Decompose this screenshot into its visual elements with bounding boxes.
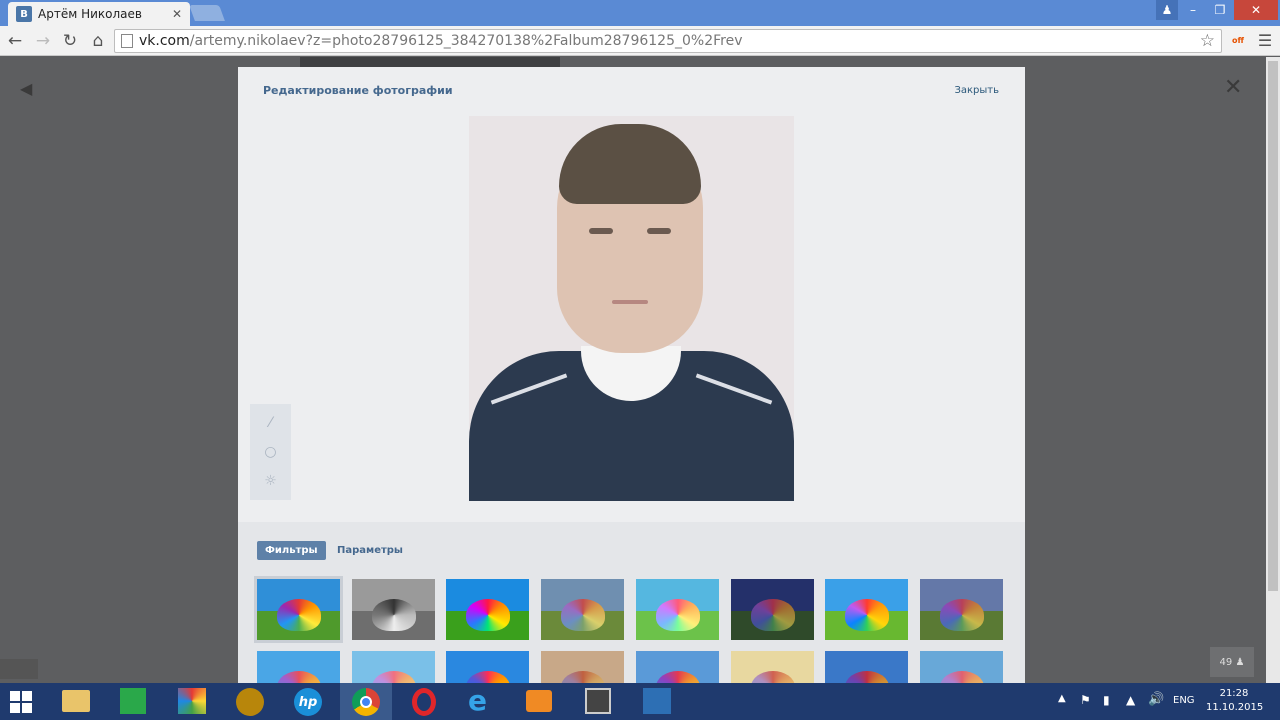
flag-icon[interactable]: ⚑: [1080, 693, 1091, 707]
extension-badge: off: [1232, 35, 1244, 45]
filter-thumbnail[interactable]: [635, 579, 719, 640]
background-page-strip: [300, 57, 560, 67]
filter-thumbnail[interactable]: [825, 579, 909, 640]
filter-thumbnail[interactable]: [541, 579, 625, 640]
editor-tools-panel: ⁄ ○ ☼: [250, 404, 291, 500]
reload-icon[interactable]: ↻: [59, 30, 81, 52]
brightness-icon[interactable]: ☼: [250, 466, 291, 495]
page-icon: [121, 34, 133, 48]
editor-close-link[interactable]: Закрыть: [954, 85, 999, 96]
page-viewport: ◀ ✕ 49 ♟ Редактирование фотографии Закры…: [0, 57, 1266, 683]
photo-mouth: [612, 300, 648, 304]
address-url[interactable]: vk.com/artemy.nikolaev?z=photo28796125_3…: [139, 33, 743, 49]
page-scrollbar[interactable]: [1266, 57, 1280, 683]
minimize-button[interactable]: –: [1180, 0, 1206, 20]
tab-parameters[interactable]: Параметры: [329, 541, 411, 560]
filter-thumbnail[interactable]: [541, 651, 625, 683]
bookmark-star-icon[interactable]: ☆: [1200, 31, 1215, 51]
battery-icon[interactable]: ▮: [1103, 693, 1110, 707]
online-count: 49: [1219, 656, 1233, 668]
filter-thumbnail[interactable]: [919, 651, 1003, 683]
tab-filters[interactable]: Фильтры: [257, 541, 326, 560]
utility-app-icon[interactable]: [585, 688, 611, 714]
filter-thumbnail[interactable]: [825, 651, 909, 683]
prev-photo-arrow-icon[interactable]: ◀: [20, 79, 32, 98]
windows-start-icon[interactable]: [10, 691, 32, 713]
forward-arrow-icon[interactable]: →: [32, 30, 54, 52]
filter-thumbnail[interactable]: [257, 651, 340, 683]
edited-photo: [469, 116, 794, 501]
user-icon: ♟: [1235, 656, 1245, 668]
umbrella-icon: [939, 599, 984, 631]
filter-thumbnail[interactable]: [446, 579, 530, 640]
profile-icon[interactable]: ♟: [1156, 0, 1178, 20]
auto-enhance-icon[interactable]: ⁄: [250, 408, 291, 437]
input-language[interactable]: ENG: [1173, 695, 1195, 706]
clock-date: 11.10.2015: [1206, 702, 1264, 713]
back-arrow-icon[interactable]: ←: [4, 30, 26, 52]
network-icon[interactable]: ▲: [1126, 693, 1135, 707]
umbrella-icon: [845, 599, 890, 631]
tab-title: Артём Николаев: [38, 7, 142, 21]
colorful-app-icon[interactable]: [178, 688, 206, 714]
volume-icon[interactable]: 🔊: [1148, 692, 1164, 707]
filter-thumbnail[interactable]: [730, 579, 814, 640]
filter-thumbnail[interactable]: [919, 579, 1003, 640]
umbrella-icon: [277, 599, 321, 631]
windows-taskbar: hp e ▲ ⚑ ▮ ▲ 🔊 ENG 21:28 11.10.2015: [0, 683, 1280, 720]
close-window-button[interactable]: ✕: [1234, 0, 1278, 20]
opera-icon[interactable]: [412, 688, 436, 716]
address-bar[interactable]: vk.com/artemy.nikolaev?z=photo28796125_3…: [114, 29, 1222, 53]
chrome-taskbar-icon[interactable]: [340, 683, 392, 720]
tab-close-icon[interactable]: ✕: [172, 7, 182, 21]
browser-toolbar: ← → ↻ ⌂ vk.com/artemy.nikolaev?z=photo28…: [0, 26, 1280, 56]
photo-eye: [647, 228, 671, 234]
maximize-button[interactable]: ❐: [1206, 0, 1234, 20]
filter-panel: Фильтры Параметры: [238, 522, 1025, 683]
url-host: vk.com: [139, 33, 190, 49]
filter-thumbnail[interactable]: [351, 579, 435, 640]
filter-thumbnail[interactable]: [635, 651, 719, 683]
browser-tab-active[interactable]: В Артём Николаев ✕: [8, 2, 190, 26]
viewer-close-icon[interactable]: ✕: [1224, 75, 1242, 100]
new-tab-button[interactable]: [189, 5, 225, 21]
browser-titlebar: В Артём Николаев ✕ ♟ – ❐ ✕: [0, 0, 1280, 26]
tray-expand-icon[interactable]: ▲: [1058, 693, 1066, 704]
umbrella-icon: [466, 599, 511, 631]
media-app-icon[interactable]: [236, 688, 264, 716]
umbrella-icon: [371, 599, 416, 631]
home-icon[interactable]: ⌂: [87, 30, 109, 52]
hp-icon[interactable]: hp: [294, 688, 322, 716]
menu-hamburger-icon[interactable]: ☰: [1256, 30, 1274, 50]
photo-eye: [589, 228, 613, 234]
photo-hair: [559, 124, 701, 204]
photo-editor-modal: Редактирование фотографии Закрыть ⁄ ○ ☼ Фи…: [238, 67, 1025, 683]
clock-time: 21:28: [1219, 688, 1249, 699]
drop-icon[interactable]: ○: [250, 437, 291, 466]
online-counter[interactable]: 49 ♟: [1210, 647, 1254, 677]
scrollbar-thumb[interactable]: [1268, 61, 1278, 591]
extension-icon[interactable]: off: [1228, 30, 1248, 50]
vk-favicon-icon: В: [16, 6, 32, 22]
video-app-icon[interactable]: [526, 690, 552, 712]
filter-thumbnail[interactable]: [446, 651, 530, 683]
player-app-icon[interactable]: [643, 688, 671, 714]
filter-thumbnail[interactable]: [730, 651, 814, 683]
umbrella-icon: [561, 599, 606, 631]
internet-explorer-icon[interactable]: e: [468, 687, 496, 715]
store-icon[interactable]: [120, 688, 146, 714]
background-left-strip: [0, 659, 38, 679]
filter-thumbnail[interactable]: [254, 576, 343, 643]
umbrella-icon: [750, 599, 795, 631]
umbrella-icon: [655, 599, 700, 631]
url-path: /artemy.nikolaev?z=photo28796125_3842701…: [189, 33, 743, 49]
filter-thumbnail[interactable]: [351, 651, 435, 683]
file-explorer-icon[interactable]: [62, 690, 90, 712]
clock[interactable]: 21:28 11.10.2015: [1206, 687, 1264, 715]
editor-title: Редактирование фотографии: [263, 84, 453, 97]
